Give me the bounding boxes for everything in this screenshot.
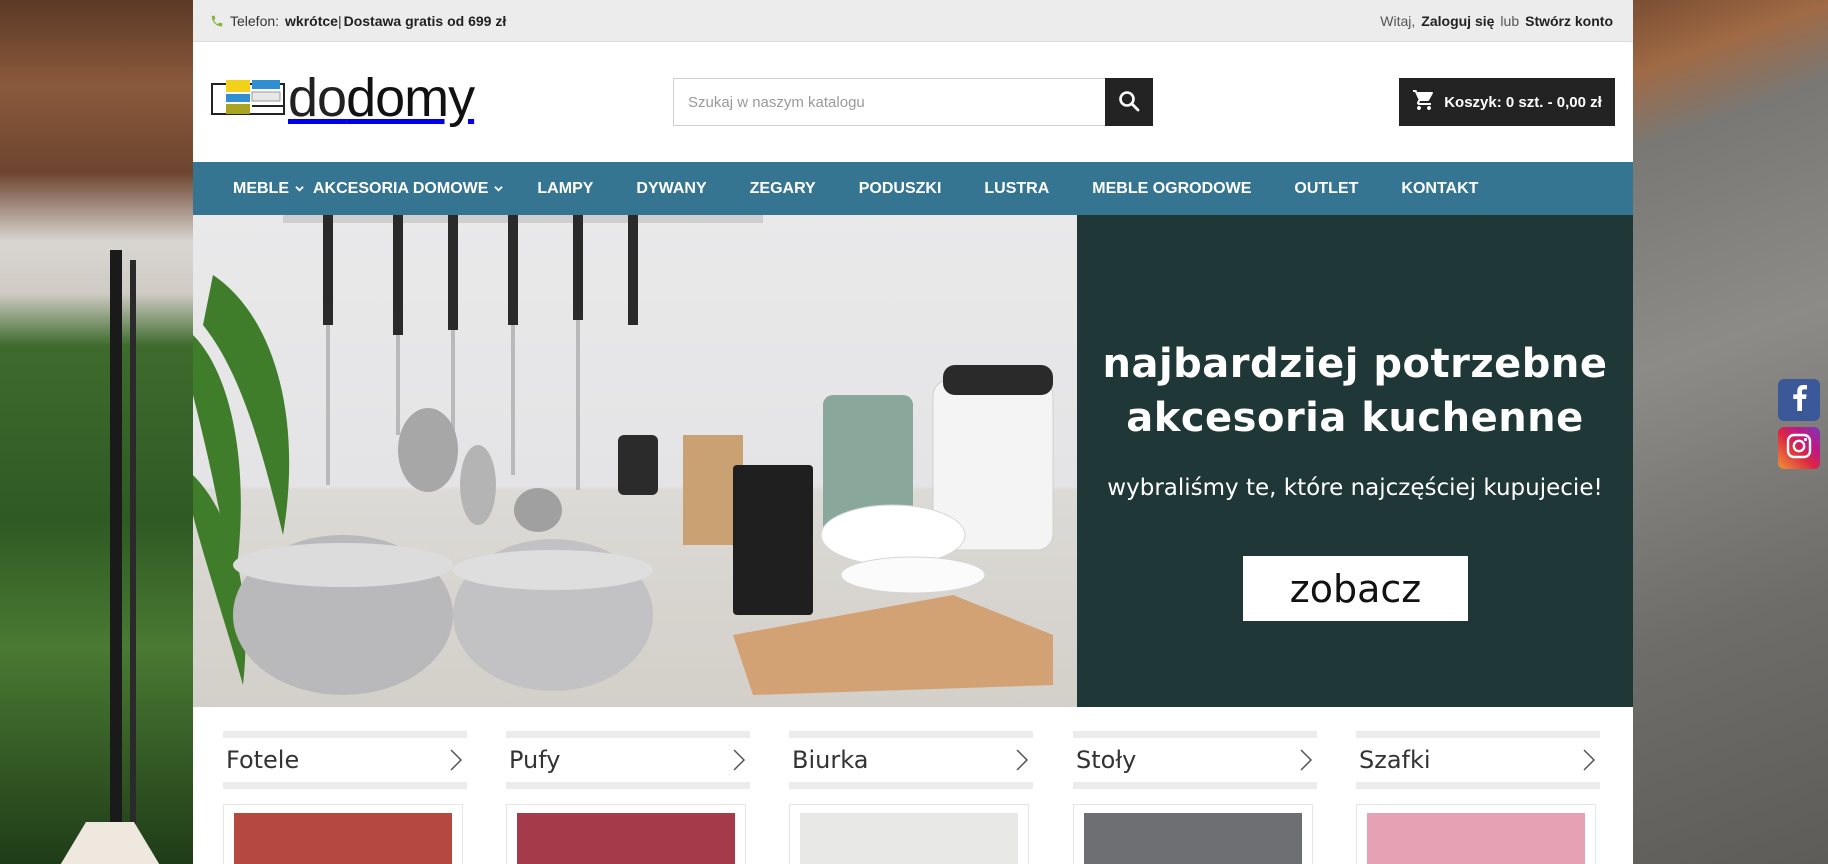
separator: | bbox=[337, 12, 342, 29]
facebook-icon bbox=[1788, 384, 1810, 416]
login-link[interactable]: Zaloguj się bbox=[1421, 13, 1494, 29]
background-window-frame bbox=[130, 260, 136, 864]
background-window-frame bbox=[110, 250, 122, 864]
category-header[interactable]: Fotele bbox=[223, 731, 467, 789]
logo-icon bbox=[210, 76, 288, 120]
nav-item-meble[interactable]: MEBLE bbox=[233, 180, 304, 198]
cart-icon bbox=[1412, 88, 1436, 116]
page-container: Telefon: wkrótce | Dostawa gratis od 699 … bbox=[193, 0, 1633, 864]
search-input[interactable] bbox=[673, 78, 1105, 126]
nav-item-akcesoria-domowe[interactable]: AKCESORIA DOMOWE bbox=[313, 179, 504, 198]
hero-image bbox=[193, 215, 1077, 707]
category-image[interactable] bbox=[506, 804, 746, 864]
search-icon bbox=[1117, 89, 1141, 116]
category-title: Szafki bbox=[1359, 746, 1431, 774]
category-header[interactable]: Biurka bbox=[789, 731, 1033, 789]
category-tile-stoly[interactable]: Stoły bbox=[1073, 731, 1317, 864]
chevron-right-icon bbox=[732, 748, 746, 772]
phone-icon bbox=[210, 14, 224, 28]
background-left-photo bbox=[0, 0, 193, 864]
site-logo[interactable]: dodomy bbox=[210, 68, 475, 128]
cart-button[interactable]: Koszyk: 0 szt. - 0,00 zł bbox=[1399, 78, 1615, 126]
nav-item-lustra[interactable]: LUSTRA bbox=[984, 180, 1049, 198]
chevron-right-icon bbox=[1582, 748, 1596, 772]
category-title: Biurka bbox=[792, 746, 869, 774]
greeting: Witaj, bbox=[1380, 12, 1416, 29]
register-link[interactable]: Stwórz konto bbox=[1525, 13, 1613, 29]
cart-label: Koszyk: 0 szt. - 0,00 zł bbox=[1444, 93, 1602, 111]
category-image[interactable] bbox=[1073, 804, 1313, 864]
nav-item-zegary[interactable]: ZEGARY bbox=[750, 180, 816, 198]
hero-panel: najbardziej potrzebne akcesoria kuchenne… bbox=[1077, 215, 1633, 707]
chevron-right-icon bbox=[1015, 748, 1029, 772]
nav-item-kontakt[interactable]: KONTAKT bbox=[1401, 180, 1478, 198]
search-form bbox=[673, 78, 1153, 126]
category-image[interactable] bbox=[789, 804, 1029, 864]
contact-info: Telefon: wkrótce | Dostawa gratis od 699 … bbox=[210, 13, 506, 29]
category-tiles: Fotele Pufy Biurka Stoły Szafki bbox=[193, 707, 1633, 864]
category-header[interactable]: Pufy bbox=[506, 731, 750, 789]
instagram-button[interactable] bbox=[1778, 427, 1820, 469]
category-tile-pufy[interactable]: Pufy bbox=[506, 731, 750, 864]
phone-value: wkrótce bbox=[285, 12, 338, 29]
category-tile-szafki[interactable]: Szafki bbox=[1356, 731, 1600, 864]
nav-item-dywany[interactable]: DYWANY bbox=[636, 180, 706, 198]
nav-item-lampy[interactable]: LAMPY bbox=[537, 180, 593, 198]
nav-item-outlet[interactable]: OUTLET bbox=[1294, 180, 1358, 198]
facebook-button[interactable] bbox=[1778, 379, 1820, 421]
nav-item-label: AKCESORIA DOMOWE bbox=[313, 179, 489, 197]
social-links bbox=[1778, 379, 1820, 469]
category-title: Fotele bbox=[226, 746, 300, 774]
category-image[interactable] bbox=[1356, 804, 1596, 864]
delivery-info: Dostawa gratis od 699 zł bbox=[343, 12, 507, 29]
account-links: Witaj, Zaloguj się lub Stwórz konto bbox=[1380, 13, 1613, 29]
search-button[interactable] bbox=[1105, 78, 1153, 126]
chevron-right-icon bbox=[1299, 748, 1313, 772]
category-image[interactable] bbox=[223, 804, 463, 864]
hero-cta-button[interactable]: zobacz bbox=[1243, 556, 1468, 621]
nav-item-meble-ogrodowe[interactable]: MEBLE OGRODOWE bbox=[1092, 180, 1251, 198]
category-header[interactable]: Stoły bbox=[1073, 731, 1317, 789]
header: dodomy Koszyk: 0 szt. - 0,00 zł bbox=[193, 42, 1633, 162]
phone-label: Telefon: bbox=[230, 12, 280, 29]
nav-item-label: MEBLE bbox=[233, 179, 289, 197]
category-header[interactable]: Szafki bbox=[1356, 731, 1600, 789]
top-bar: Telefon: wkrótce | Dostawa gratis od 699 … bbox=[193, 0, 1633, 42]
category-title: Pufy bbox=[509, 746, 561, 774]
or-text: lub bbox=[1500, 12, 1520, 29]
hero-subtitle: wybraliśmy te, które najczęściej kupujec… bbox=[1107, 475, 1603, 501]
category-tile-fotele[interactable]: Fotele bbox=[223, 731, 467, 864]
chevron-down-icon bbox=[295, 184, 304, 193]
main-nav: MEBLE AKCESORIA DOMOWE LAMPY DYWANY ZEGA… bbox=[193, 162, 1633, 215]
logo-text: dodomy bbox=[288, 68, 475, 128]
chevron-right-icon bbox=[449, 748, 463, 772]
nav-item-poduszki[interactable]: PODUSZKI bbox=[859, 180, 942, 198]
chevron-down-icon bbox=[494, 184, 504, 193]
hero-banner[interactable]: najbardziej potrzebne akcesoria kuchenne… bbox=[193, 215, 1633, 707]
hero-title: najbardziej potrzebne akcesoria kuchenne bbox=[1102, 341, 1608, 441]
instagram-icon bbox=[1786, 433, 1812, 464]
category-title: Stoły bbox=[1076, 746, 1137, 774]
category-tile-biurka[interactable]: Biurka bbox=[789, 731, 1033, 864]
